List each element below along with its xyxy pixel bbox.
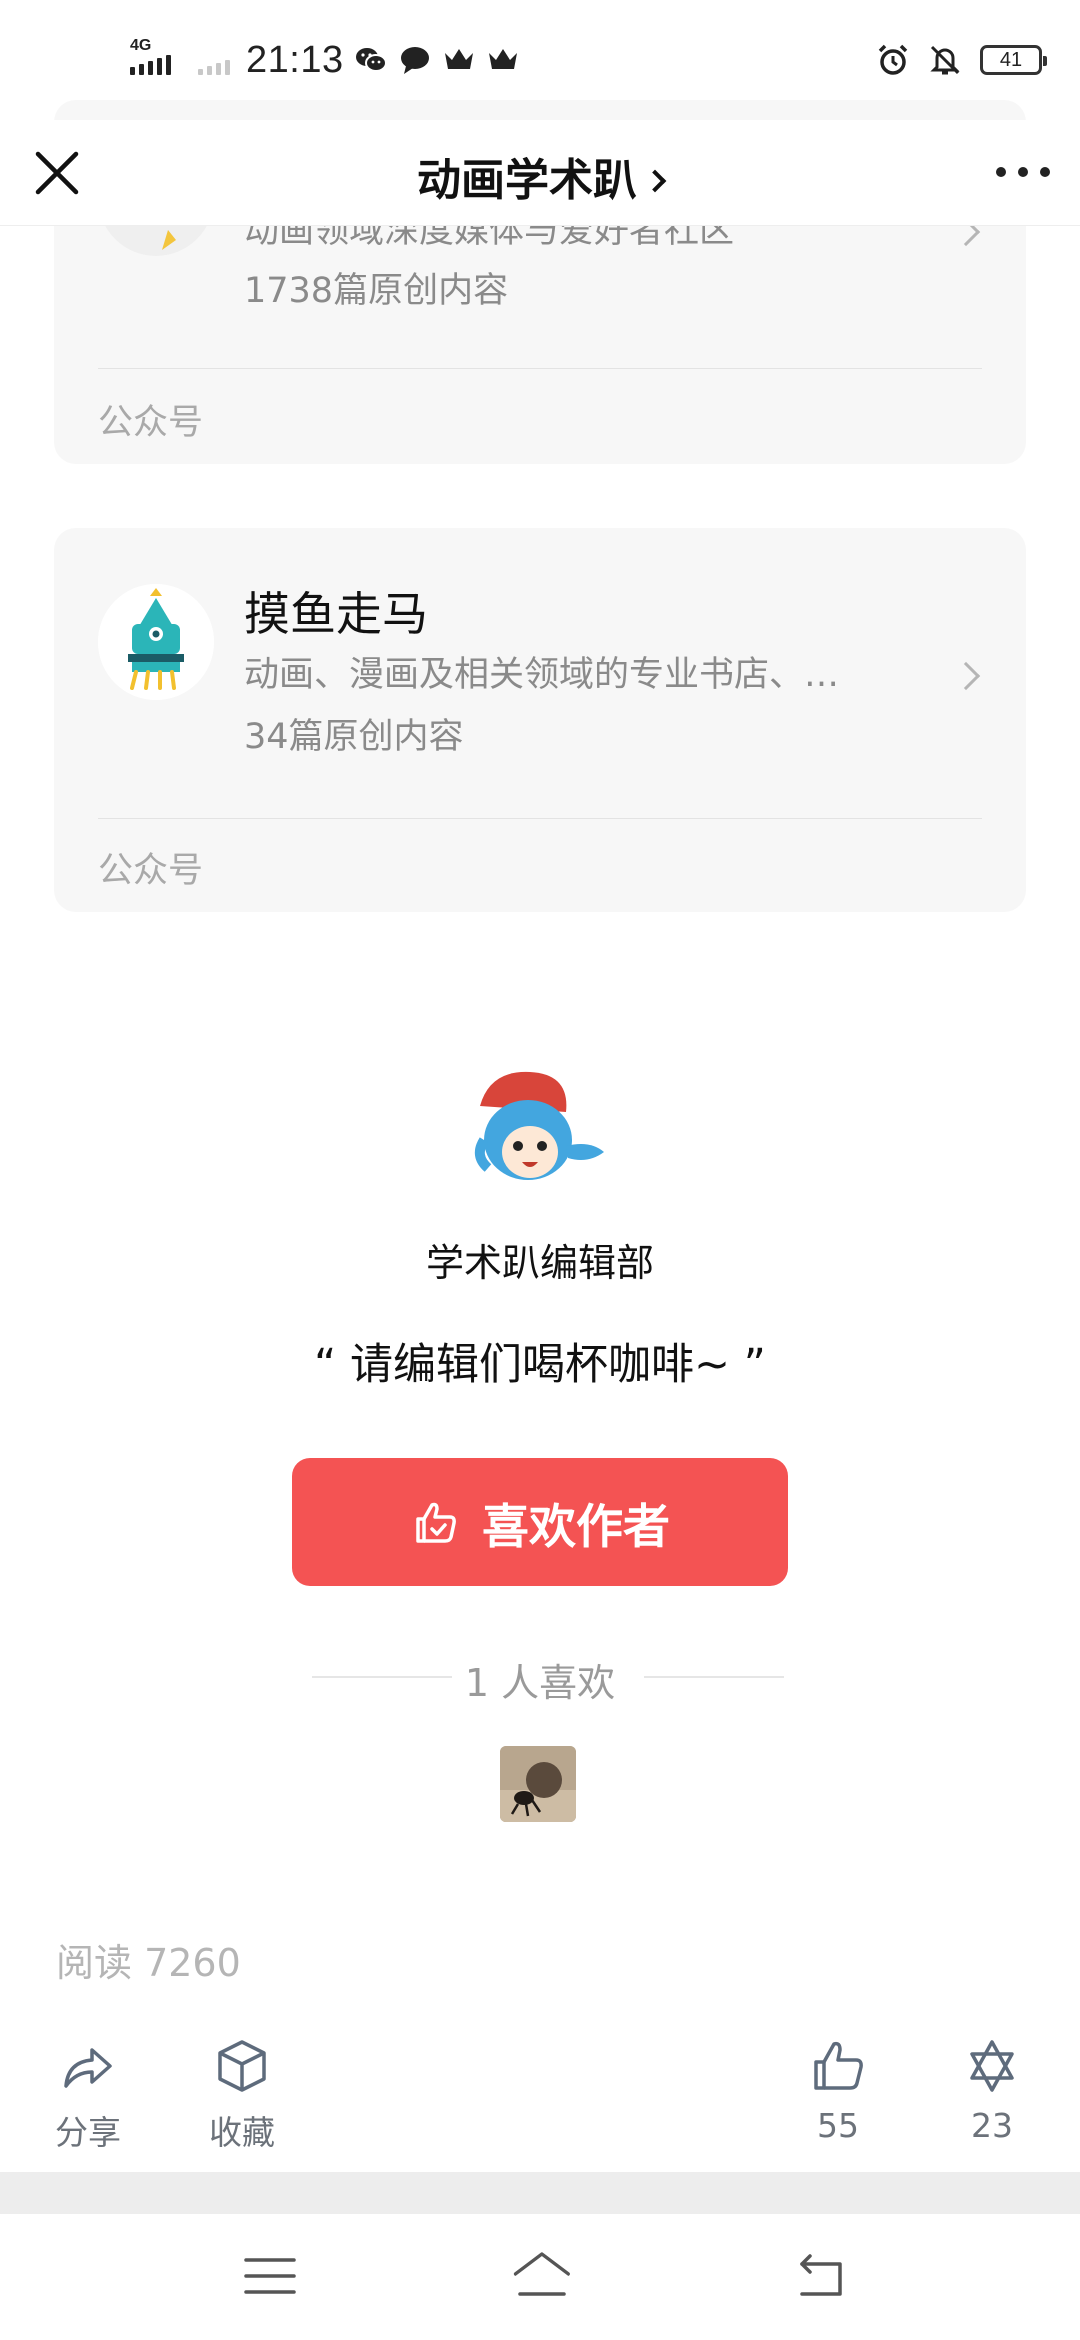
crown-icon	[444, 49, 473, 69]
share-label: 分享	[55, 2113, 121, 2152]
favorite-button[interactable]: 收藏	[182, 2036, 302, 2154]
wow-count: 23	[971, 2106, 1013, 2145]
back-icon[interactable]	[792, 2248, 852, 2304]
network-type: 4G	[130, 37, 152, 54]
battery-icon: 41	[980, 45, 1047, 75]
account-avatar	[98, 584, 214, 700]
divider	[98, 818, 982, 819]
read-count: 阅读 7260	[56, 1941, 241, 1985]
wechat-icon	[355, 48, 387, 72]
message-bubble-icon	[400, 47, 429, 74]
share-button[interactable]: 分享	[28, 2036, 148, 2154]
thumb-up-icon	[814, 2041, 863, 2090]
likers-count: 1 人喜欢	[464, 1661, 616, 1705]
clock: 21:13	[246, 38, 344, 81]
account-title-link[interactable]: 动画学术趴	[0, 144, 1080, 208]
original-count: 1738篇原创内容	[244, 271, 509, 311]
thumb-up-check-icon	[416, 1502, 456, 1543]
author-avatar	[474, 1071, 604, 1180]
star-of-david-icon	[970, 2040, 1014, 2092]
crown-icon-2	[488, 49, 517, 69]
like-count: 55	[817, 2106, 859, 2145]
account-type: 公众号	[98, 403, 204, 443]
like-author-label: 喜欢作者	[482, 1499, 670, 1555]
fish-logo-icon	[98, 584, 214, 700]
mute-bell-icon	[930, 45, 960, 75]
beetle-photo	[500, 1746, 576, 1822]
top-navigation-bar: 动画学术趴	[0, 120, 1080, 226]
favorite-label: 收藏	[209, 2113, 275, 2152]
home-icon[interactable]	[506, 2248, 578, 2304]
battery-level: 41	[999, 48, 1023, 71]
secondary-signal-icon	[198, 45, 230, 75]
menu-icon[interactable]	[240, 2248, 300, 2304]
liker-avatar[interactable]	[500, 1746, 576, 1822]
author-name: 学术趴编辑部	[425, 1241, 654, 1285]
chevron-right-icon	[643, 169, 667, 193]
account-card-2[interactable]: 摸鱼走马 动画、漫画及相关领域的专业书店、… 34篇原创内容 公众号	[54, 528, 1026, 912]
account-title: 动画学术趴	[417, 155, 637, 206]
system-navigation-bar	[0, 2214, 1080, 2340]
account-description: 动画、漫画及相关领域的专业书店、…	[244, 655, 840, 695]
status-right: 41	[876, 36, 1047, 84]
author-quote: “ 请编辑们喝杯咖啡~ ”	[314, 1340, 766, 1390]
original-count: 34篇原创内容	[244, 717, 464, 757]
chevron-right-icon	[951, 661, 981, 691]
like-author-button[interactable]: 喜欢作者	[292, 1458, 788, 1586]
like-button[interactable]: 55	[778, 2036, 898, 2145]
share-arrow-icon	[64, 2048, 112, 2088]
divider	[98, 368, 982, 369]
bottom-separator	[0, 2172, 1080, 2214]
cube-icon	[218, 2040, 266, 2092]
alarm-icon	[878, 44, 908, 75]
account-name: 摸鱼走马	[244, 587, 428, 641]
account-type: 公众号	[98, 851, 204, 891]
more-options-icon[interactable]	[996, 160, 1050, 184]
status-left: 4G 21:13	[130, 34, 520, 86]
cellular-signal-icon: 4G	[130, 37, 178, 75]
wow-button[interactable]: 23	[932, 2036, 1052, 2145]
